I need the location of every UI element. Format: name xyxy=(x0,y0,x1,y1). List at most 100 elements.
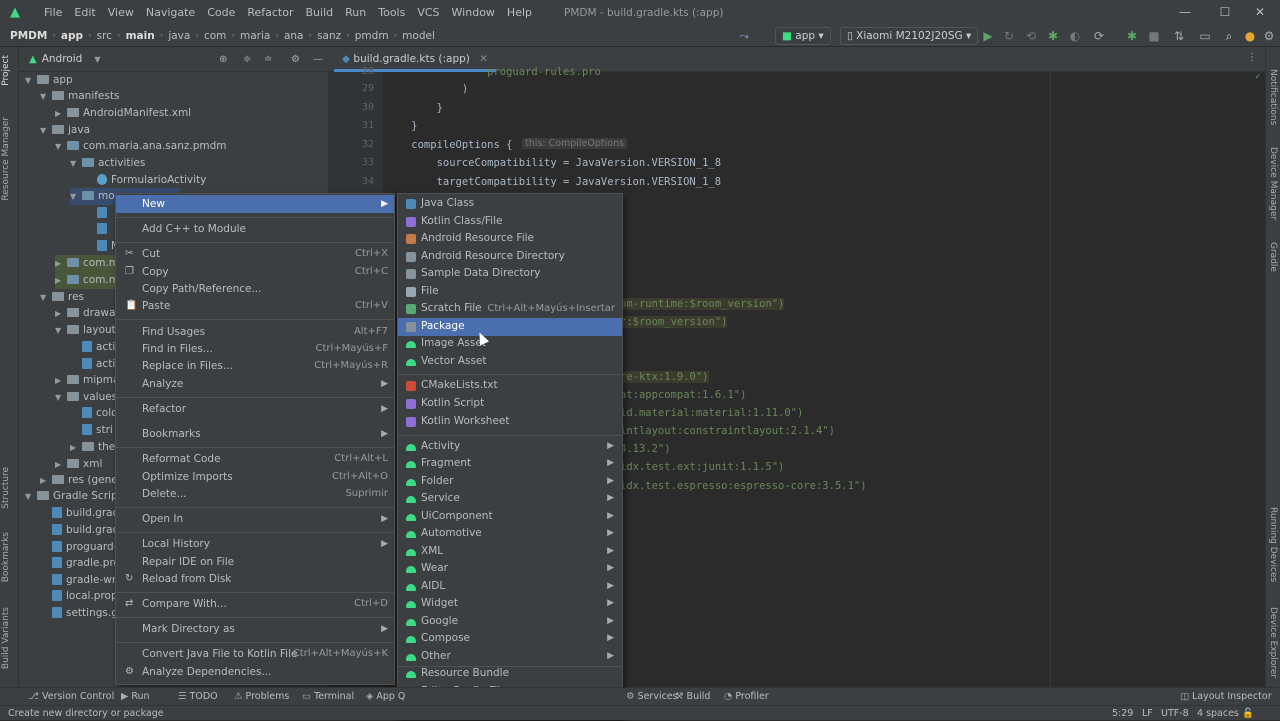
tool-window-problems[interactable]: ⚠ Problems xyxy=(234,688,289,706)
tree-item[interactable]: ▼ java xyxy=(40,122,90,139)
context-menu-item-copy[interactable]: ❐ Copy Ctrl+C xyxy=(116,263,394,281)
caret-position[interactable]: 5:29 xyxy=(1112,706,1133,721)
context-menu-item-open-in[interactable]: Open In ▶ xyxy=(116,510,394,528)
breadcrumb-item[interactable]: src xyxy=(95,30,114,42)
chevron-down-icon[interactable]: ▼ xyxy=(55,138,67,155)
structure-tool-tab[interactable]: Structure xyxy=(1,467,11,509)
chevron-right-icon[interactable]: ▶ xyxy=(55,255,67,272)
tree-item[interactable]: colo xyxy=(70,405,118,422)
settings-gear-icon[interactable]: ⚙ xyxy=(1262,29,1276,43)
new-menu-item-scratch-file[interactable]: Scratch File Ctrl+Alt+Mayús+Insertar xyxy=(398,300,622,318)
menu-help[interactable]: Help xyxy=(501,6,538,19)
menu-navigate[interactable]: Navigate xyxy=(140,6,201,19)
menu-run[interactable]: Run xyxy=(339,6,372,19)
tree-item[interactable]: ▼ app xyxy=(25,72,73,89)
context-menu-item-bookmarks[interactable]: Bookmarks ▶ xyxy=(116,425,394,443)
options-gear-icon[interactable]: ⚙ xyxy=(291,54,300,65)
tree-item[interactable]: ▼ Gradle Scripts xyxy=(25,488,127,505)
chevron-down-icon[interactable]: ▼ xyxy=(40,122,52,139)
context-menu-item-delete[interactable]: Delete... Suprimir xyxy=(116,485,394,503)
project-view-select[interactable]: Android xyxy=(42,53,83,65)
tree-item[interactable]: ▼ layout xyxy=(55,322,116,339)
tool-window-layout-inspector[interactable]: ◫ Layout Inspector xyxy=(1180,688,1272,706)
context-menu-item-convert-java-file-to-kotlin-file[interactable]: Convert Java File to Kotlin File Ctrl+Alt… xyxy=(116,645,394,663)
code-fragment[interactable]: id.material:material:1.11.0") xyxy=(620,407,803,419)
new-menu-item-android-resource-directory[interactable]: Android Resource Directory xyxy=(398,248,622,266)
context-menu-item-replace-in-files[interactable]: Replace in Files... Ctrl+Mayús+R xyxy=(116,357,394,375)
running-devices-tool-tab[interactable]: Running Devices xyxy=(1268,507,1278,582)
tool-window-terminal[interactable]: ▭ Terminal xyxy=(302,688,354,706)
locate-icon[interactable]: ⊕ xyxy=(219,54,227,65)
context-menu-item-find-usages[interactable]: Find Usages Alt+F7 xyxy=(116,323,394,341)
new-menu-item-vector-asset[interactable]: Vector Asset xyxy=(398,353,622,371)
new-menu-item-java-class[interactable]: Java Class xyxy=(398,195,622,213)
code-fragment[interactable]: idx.test.ext:junit:1.1.5") xyxy=(620,461,784,473)
resource-manager-tool-tab[interactable]: Resource Manager xyxy=(1,117,11,201)
chevron-right-icon[interactable]: ▶ xyxy=(40,472,52,489)
tree-item[interactable]: build.grad xyxy=(40,505,119,522)
breadcrumb-item[interactable]: maria xyxy=(238,30,272,42)
search-icon[interactable]: ⌕ xyxy=(1222,29,1236,43)
new-menu-item-service[interactable]: Service ▶ xyxy=(398,490,622,508)
new-menu-item-aidl[interactable]: AIDL ▶ xyxy=(398,578,622,596)
tree-item[interactable]: acti xyxy=(70,356,115,373)
context-menu-item-reformat-code[interactable]: Reformat Code Ctrl+Alt+L xyxy=(116,450,394,468)
new-menu-item-kotlin-worksheet[interactable]: Kotlin Worksheet xyxy=(398,413,622,431)
chevron-right-icon[interactable]: ▶ xyxy=(70,439,82,456)
chevron-right-icon[interactable]: ▶ xyxy=(55,456,67,473)
code-fragment[interactable]: re-ktx:1.9.0") xyxy=(620,371,709,383)
breadcrumb-item[interactable]: sanz xyxy=(315,30,343,42)
new-menu-item-cmakelists-txt[interactable]: CMakeLists.txt xyxy=(398,377,622,395)
layout-inspector-icon[interactable]: ✱ xyxy=(1125,29,1139,43)
tree-item[interactable]: gradle-wra xyxy=(40,572,123,589)
new-menu-item-sample-data-directory[interactable]: Sample Data Directory xyxy=(398,265,622,283)
new-menu-item-other[interactable]: Other ▶ xyxy=(398,648,622,666)
tree-item[interactable]: FormularioActivity xyxy=(85,172,206,189)
tool-window-version-control[interactable]: ⎇ Version Control xyxy=(28,688,114,706)
tree-item[interactable]: settings.gr xyxy=(40,605,122,622)
context-menu-item-compare-with[interactable]: ⇄ Compare With... Ctrl+D xyxy=(116,595,394,613)
project-tool-tab[interactable]: Project xyxy=(1,55,11,86)
new-menu-item-compose[interactable]: Compose ▶ xyxy=(398,630,622,648)
breadcrumb-item[interactable]: java xyxy=(166,30,192,42)
chevron-down-icon[interactable]: ▼ xyxy=(94,55,100,64)
tree-item[interactable]: ▼ res xyxy=(40,289,84,306)
bookmarks-tool-tab[interactable]: Bookmarks xyxy=(1,532,11,582)
sync-icon[interactable]: ⇅ xyxy=(1172,29,1186,43)
context-menu-item-new[interactable]: New ▶ xyxy=(116,195,394,213)
minimize-icon[interactable]: — xyxy=(1165,0,1205,25)
tool-window-run[interactable]: ▶ Run xyxy=(121,688,150,706)
new-menu-item-uicomponent[interactable]: UiComponent ▶ xyxy=(398,508,622,526)
breadcrumb-item[interactable]: PMDM xyxy=(8,30,49,42)
tree-item[interactable]: ▶ AndroidManifest.xml xyxy=(55,105,191,122)
context-menu-item-paste[interactable]: 📋 Paste Ctrl+V xyxy=(116,297,394,315)
context-menu-item-find-in-files[interactable]: Find in Files... Ctrl+Mayús+F xyxy=(116,340,394,358)
line-separator[interactable]: LF xyxy=(1142,706,1153,721)
gradle-tool-tab[interactable]: Gradle xyxy=(1268,242,1278,272)
file-encoding[interactable]: UTF-8 xyxy=(1161,706,1189,721)
new-menu-item-automotive[interactable]: Automotive ▶ xyxy=(398,525,622,543)
tree-item[interactable]: gradle.pro xyxy=(40,555,120,572)
debug-icon[interactable]: ✱ xyxy=(1046,29,1060,43)
tool-window-services[interactable]: ⚙ Services xyxy=(626,688,678,706)
device-select[interactable]: ▯ Xiaomi M2102J20SG ▾ xyxy=(840,27,979,45)
tool-window-profiler[interactable]: ◔ Profiler xyxy=(724,688,769,706)
tree-item[interactable]: ▶ the xyxy=(70,439,115,456)
run-config-select[interactable]: ■ app ▾ xyxy=(775,27,831,45)
chevron-down-icon[interactable]: ▼ xyxy=(70,188,82,205)
chevron-down-icon[interactable]: ▼ xyxy=(70,155,82,172)
code-line[interactable]: compileOptions { xyxy=(386,139,512,151)
chevron-down-icon[interactable]: ▼ xyxy=(55,389,67,406)
chevron-right-icon[interactable]: ▶ xyxy=(55,272,67,289)
code-line[interactable]: } xyxy=(386,102,443,114)
chevron-right-icon[interactable]: ▶ xyxy=(55,372,67,389)
menu-edit[interactable]: Edit xyxy=(68,6,101,19)
code-line[interactable]: } xyxy=(386,120,417,132)
chevron-down-icon[interactable]: ▼ xyxy=(40,289,52,306)
code-line[interactable]: ) xyxy=(386,83,468,95)
new-menu-item-kotlin-class-file[interactable]: Kotlin Class/File xyxy=(398,213,622,231)
lock-icon[interactable]: 🔓 xyxy=(1242,706,1254,721)
new-menu-item-file[interactable]: File xyxy=(398,283,622,301)
breadcrumb-item[interactable]: main xyxy=(124,30,157,42)
collapse-all-icon[interactable]: ≐ xyxy=(264,54,272,65)
